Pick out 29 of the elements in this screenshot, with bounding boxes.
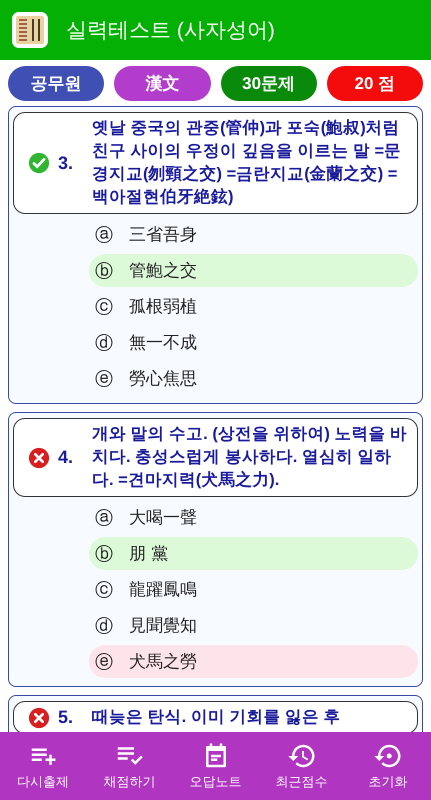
- check-icon: [28, 152, 50, 174]
- question-number: 5.: [58, 707, 74, 728]
- nav-button[interactable]: 채점하기: [86, 732, 172, 800]
- answer-option[interactable]: ⓑ 朋 黨: [89, 537, 418, 570]
- answer-option[interactable]: ⓓ 見聞覺知: [89, 609, 418, 642]
- filter-chip[interactable]: 30문제: [220, 66, 317, 101]
- filter-chip[interactable]: 漢文: [114, 66, 210, 101]
- answer-option[interactable]: ⓐ 三省吾身: [89, 218, 418, 251]
- question-text: 개와 말의 수고. (상전을 위하여) 노력을 바치다. 충성스럽게 봉사하다. 열심히 일하다. =견마지력(犬馬之力).: [92, 424, 408, 491]
- answer-option[interactable]: ⓒ 龍躍鳳鳴: [89, 573, 418, 606]
- question-number: 4.: [58, 447, 74, 468]
- app-title: 실력테스트 (사자성어): [66, 18, 275, 44]
- app-logo-icon: [12, 12, 48, 48]
- filter-chip[interactable]: 공무원: [8, 66, 104, 101]
- nav-button[interactable]: 다시출제: [0, 732, 86, 800]
- answer-option[interactable]: ⓔ 勞心焦思: [89, 362, 418, 395]
- error-icon: [28, 706, 50, 728]
- nav-button[interactable]: 오답노트: [172, 732, 259, 800]
- nav-button[interactable]: 초기화: [344, 732, 431, 800]
- question-number: 3.: [58, 152, 74, 174]
- question-text: 때늦은 탄식. 이미 기회를 잃은 후: [92, 707, 341, 728]
- answer-option[interactable]: ⓐ 大喝一聲: [89, 501, 418, 534]
- answer-option[interactable]: ⓓ 無一不成: [89, 326, 418, 359]
- error-icon: [28, 446, 50, 468]
- answer-option[interactable]: ⓒ 孤根弱植: [89, 290, 418, 323]
- answer-option[interactable]: ⓔ 犬馬之勞: [89, 645, 418, 678]
- nav-button[interactable]: 최근점수: [258, 732, 345, 800]
- filter-chip[interactable]: 20 점: [326, 66, 423, 101]
- question-text: 옛날 중국의 관중(管仲)과 포숙(鮑叔)처럼 친구 사이의 우정이 깊음을 이르는 말 =문경지교(刎頸之交) =금란지교(金蘭之交) =백아절현伯牙絶鉉): [92, 118, 402, 208]
